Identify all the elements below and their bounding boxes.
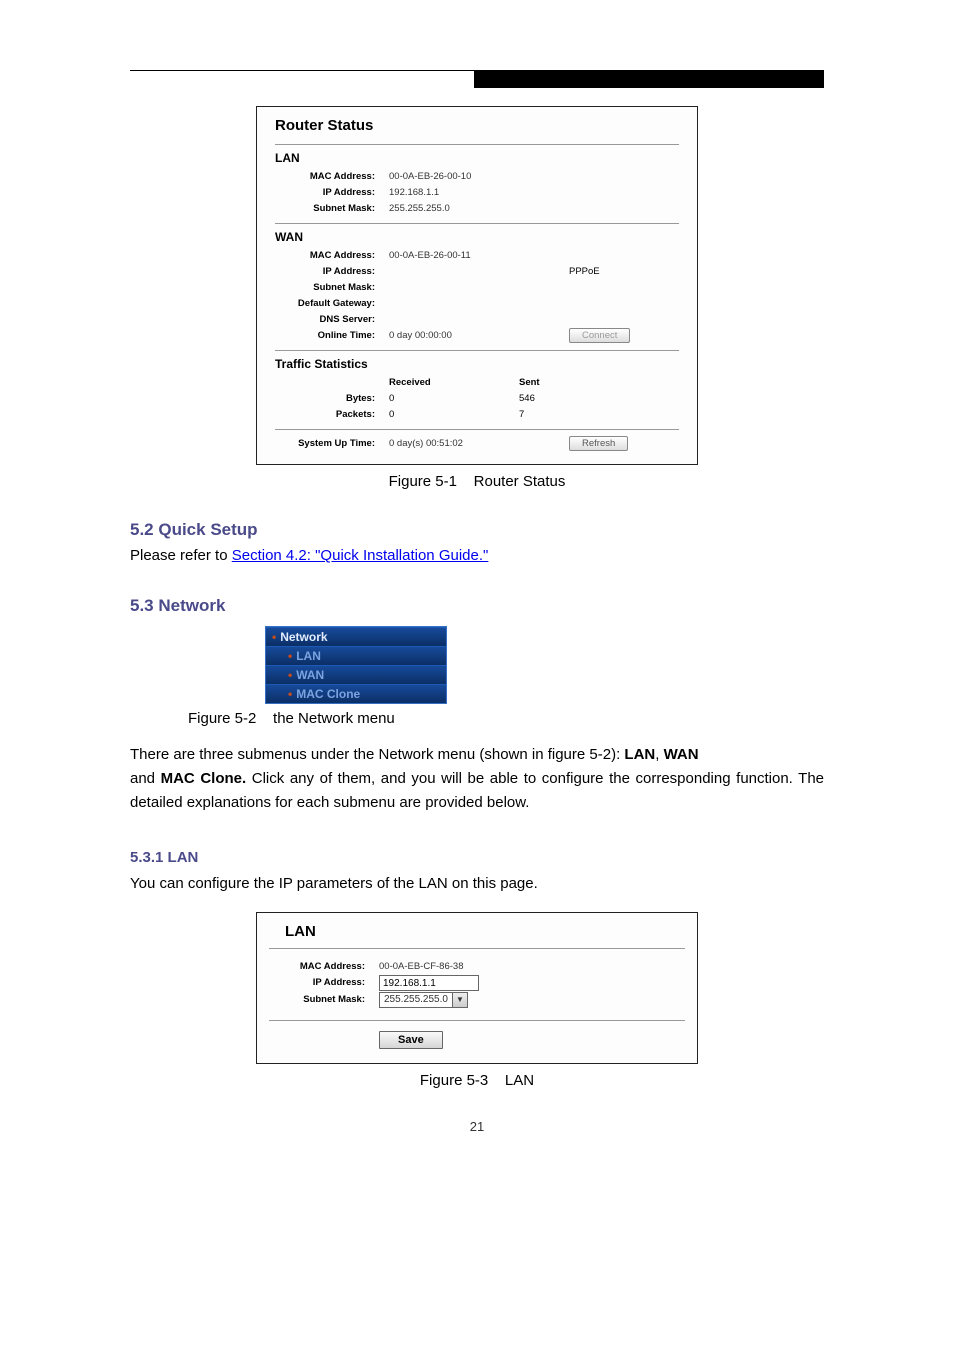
p2a: and: [130, 770, 161, 787]
fig1-lan-title: LAN: [275, 151, 679, 165]
lan-ip-input[interactable]: [379, 975, 479, 991]
fig1-traffic-section: Traffic Statistics ReceivedSent Bytes:05…: [275, 350, 679, 423]
fig1-traffic-title: Traffic Statistics: [275, 357, 679, 371]
menu-mac-clone-label: MAC Clone: [296, 687, 360, 701]
connect-button[interactable]: Connect: [569, 328, 630, 343]
bullet-icon: •: [272, 630, 276, 644]
fig3-caption: Figure 5-3 LAN: [130, 1072, 824, 1089]
fig1-wan-title: WAN: [275, 230, 679, 244]
ref-text-before: Please refer to: [130, 547, 232, 564]
page-number: 21: [130, 1119, 824, 1134]
fig3-title: LAN: [269, 913, 685, 949]
quick-install-guide-link[interactable]: Section 4.2: "Quick Installation Guide.": [232, 547, 489, 564]
fig1-lan-ip-label: IP Address:: [275, 185, 389, 201]
heading-5-3: 5.3 Network: [130, 596, 824, 616]
fig1-wan-dns-label: DNS Server:: [275, 312, 389, 328]
lan-intro: You can configure the IP parameters of t…: [130, 872, 824, 896]
menu-mac-clone[interactable]: • MAC Clone: [266, 684, 446, 703]
menu-network-label: Network: [280, 630, 327, 644]
fig1-wan-section: WAN MAC Address:00-0A-EB-26-00-11 IP Add…: [275, 223, 679, 344]
menu-lan[interactable]: • LAN: [266, 646, 446, 665]
menu-network[interactable]: • Network: [266, 627, 446, 646]
bullet-icon: •: [288, 649, 292, 663]
fig1-wan-online-label: Online Time:: [275, 328, 389, 344]
menu-wan[interactable]: • WAN: [266, 665, 446, 684]
p2-mac-clone: MAC Clone.: [161, 770, 252, 787]
col-received: Received: [389, 375, 519, 391]
menu-lan-label: LAN: [296, 649, 321, 663]
row-bytes-sent: 546: [519, 391, 619, 407]
fig1-lan-section: LAN MAC Address:00-0A-EB-26-00-10 IP Add…: [275, 144, 679, 217]
fig1-uptime-section: System Up Time:0 day(s) 00:51:02Refresh: [275, 429, 679, 452]
fig1-lan-mac-label: MAC Address:: [275, 169, 389, 185]
network-paragraph: There are three submenus under the Netwo…: [130, 743, 824, 815]
figure-network-menu: • Network • LAN • WAN • MAC Clone: [265, 626, 447, 704]
menu-wan-label: WAN: [296, 668, 324, 682]
fig1-caption: Figure 5-1 Router Status: [130, 473, 824, 490]
figure-lan-settings: LAN MAC Address:00-0A-EB-CF-86-38 IP Add…: [256, 912, 698, 1064]
quick-setup-ref: Please refer to Section 4.2: "Quick Inst…: [130, 544, 824, 568]
fig1-uptime-label: System Up Time:: [275, 436, 389, 452]
fig1-title: Router Status: [257, 107, 697, 144]
lan-mask-select[interactable]: 255.255.255.0 ▼: [379, 992, 468, 1008]
lan-mask-value: 255.255.255.0: [380, 992, 452, 1008]
save-button[interactable]: Save: [379, 1031, 443, 1049]
fig1-wan-mac: 00-0A-EB-26-00-11: [389, 248, 679, 264]
p1-wan: WAN: [664, 746, 699, 763]
row-pkts-sent: 7: [519, 407, 619, 423]
fig1-lan-mac: 00-0A-EB-26-00-10: [389, 169, 679, 185]
row-bytes-label: Bytes:: [275, 391, 389, 407]
refresh-button[interactable]: Refresh: [569, 436, 628, 451]
figure-router-status: Router Status LAN MAC Address:00-0A-EB-2…: [256, 106, 698, 465]
p1a: There are three submenus under the Netwo…: [130, 746, 624, 763]
fig1-wan-mask-label: Subnet Mask:: [275, 280, 389, 296]
chevron-down-icon: ▼: [452, 993, 467, 1007]
fig1-lan-ip: 192.168.1.1: [389, 185, 679, 201]
heading-5-2: 5.2 Quick Setup: [130, 520, 824, 540]
fig1-lan-mask: 255.255.255.0: [389, 201, 679, 217]
fig3-mac: 00-0A-EB-CF-86-38: [379, 959, 685, 975]
fig1-wan-conn-type: PPPoE: [569, 264, 679, 280]
p1-lan: LAN: [624, 746, 655, 763]
fig1-uptime-value: 0 day(s) 00:51:02: [389, 436, 569, 452]
bullet-icon: •: [288, 668, 292, 682]
heading-5-3-1: 5.3.1 LAN: [130, 849, 824, 866]
bullet-icon: •: [288, 687, 292, 701]
fig1-wan-ip-label: IP Address:: [275, 264, 389, 280]
p1c: ,: [655, 746, 663, 763]
row-pkts-label: Packets:: [275, 407, 389, 423]
fig1-wan-mac-label: MAC Address:: [275, 248, 389, 264]
fig3-ip-label: IP Address:: [269, 975, 379, 991]
fig1-wan-online: 0 day 00:00:00: [389, 328, 569, 344]
header-black-bar: [474, 70, 824, 88]
fig1-lan-mask-label: Subnet Mask:: [275, 201, 389, 217]
fig3-mac-label: MAC Address:: [269, 959, 379, 975]
row-bytes-recv: 0: [389, 391, 519, 407]
row-pkts-recv: 0: [389, 407, 519, 423]
fig2-caption: Figure 5-2 the Network menu: [188, 710, 824, 727]
fig1-wan-gw-label: Default Gateway:: [275, 296, 389, 312]
fig3-mask-label: Subnet Mask:: [269, 992, 379, 1008]
col-sent: Sent: [519, 375, 619, 391]
